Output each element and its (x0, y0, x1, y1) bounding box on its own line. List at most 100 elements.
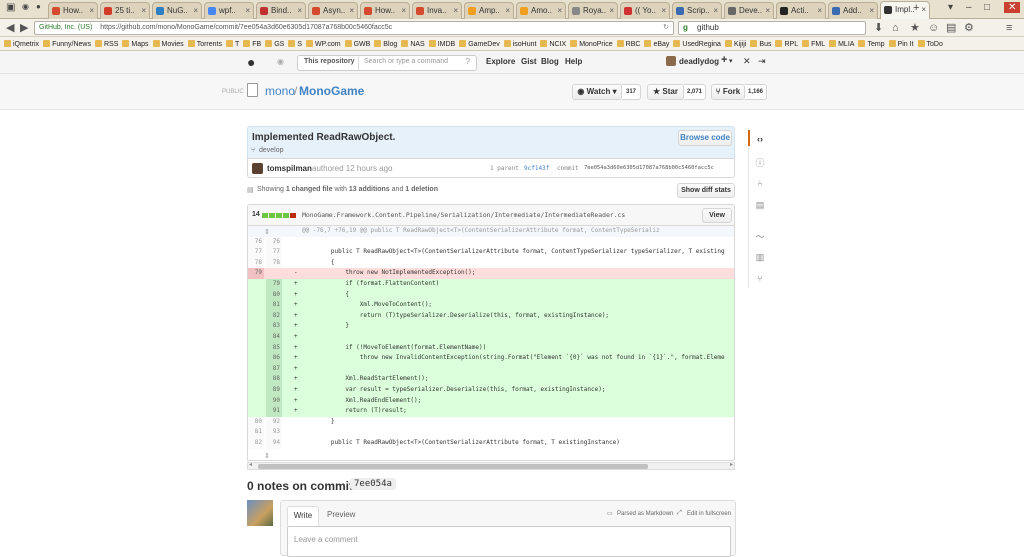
tab-close-icon[interactable]: × (193, 3, 198, 19)
browser-tab[interactable]: 25 ti.. × (100, 2, 150, 19)
home-icon[interactable]: ⌂ (892, 21, 899, 35)
nav-blog[interactable]: Blog (541, 57, 559, 66)
branch-name[interactable]: develop (259, 147, 284, 154)
tab-close-icon[interactable]: × (349, 3, 354, 19)
old-line-number[interactable]: 82 (248, 438, 264, 449)
new-line-number[interactable]: 93 (266, 427, 282, 438)
repo-owner-link[interactable]: mono (265, 84, 295, 98)
file-path[interactable]: MonoGame.Framework.Content.Pipeline/Seri… (302, 211, 625, 219)
tab-close-icon[interactable]: × (505, 3, 510, 19)
parsed-as-markdown[interactable]: Parsed as Markdown (617, 511, 673, 517)
maximize-button[interactable]: □ (984, 2, 990, 13)
old-line-number[interactable]: 80 (248, 416, 264, 428)
edit-fullscreen[interactable]: Edit in fullscreen (687, 511, 731, 517)
comment-textarea[interactable]: Leave a comment (287, 526, 731, 557)
toc-icon[interactable]: ▤ (247, 186, 254, 194)
bookmark-item[interactable]: Pin It (888, 38, 914, 50)
bookmark-item[interactable]: T (225, 38, 239, 50)
nav-help[interactable]: Help (565, 57, 582, 66)
firefox-menu-icon[interactable]: ▣ (6, 2, 15, 13)
url-bar[interactable]: GitHub, Inc. (US) https://github.com/mon… (34, 21, 674, 35)
user-avatar[interactable] (666, 56, 676, 66)
new-line-number[interactable]: 76 (266, 236, 282, 248)
bookmark-item[interactable]: Maps (122, 38, 149, 50)
tab-close-icon[interactable]: × (297, 3, 302, 19)
search-scope-label[interactable]: This repository (304, 58, 355, 65)
star-button[interactable]: ★ Star (647, 84, 684, 100)
new-line-number[interactable]: 94 (266, 438, 282, 449)
bookmark-item[interactable]: ToDo (917, 38, 943, 50)
new-line-number[interactable]: 77 (266, 247, 282, 258)
bookmark-item[interactable]: Movies (152, 38, 184, 50)
tab-close-icon[interactable]: × (921, 2, 926, 18)
issues-icon[interactable]: ⓘ (755, 156, 765, 169)
settings-tools-icon[interactable]: ✕ (743, 56, 751, 67)
search-engine-icon[interactable]: g (683, 22, 688, 34)
watch-button[interactable]: ◉ Watch ▾ (572, 84, 622, 100)
bookmark-item[interactable]: RPL (775, 38, 798, 50)
tab-close-icon[interactable]: × (401, 3, 406, 19)
tab-close-icon[interactable]: × (661, 3, 666, 19)
new-line-number[interactable]: 89 (266, 385, 282, 396)
tab-list-icon[interactable]: ▾ (948, 2, 953, 13)
new-line-number[interactable]: 88 (266, 374, 282, 385)
bookmark-item[interactable]: Funny/News (43, 38, 91, 50)
bookmark-star-icon[interactable]: ★ (910, 21, 920, 35)
write-tab[interactable]: Write (287, 506, 319, 526)
tab-close-icon[interactable]: × (89, 3, 94, 19)
new-line-number[interactable]: 86 (266, 353, 282, 364)
reload-icon[interactable]: ↻ (663, 22, 669, 34)
forward-button[interactable]: ▶ (20, 21, 28, 35)
browser-tab[interactable]: Roya.. × (568, 2, 618, 19)
nav-gist[interactable]: Gist (521, 57, 537, 66)
browser-tab[interactable]: Bind.. × (256, 2, 306, 19)
chevron-down-icon[interactable]: ▾ (729, 57, 733, 65)
browser-tab[interactable]: NuG.. × (152, 2, 202, 19)
new-line-number[interactable]: 90 (266, 395, 282, 407)
bookmark-item[interactable]: Torrents (187, 38, 222, 50)
current-user-avatar[interactable] (247, 500, 273, 526)
bookmark-item[interactable]: eBay (644, 38, 669, 50)
expand-down-icon[interactable]: ⇕ (264, 452, 270, 460)
tab-close-icon[interactable]: × (713, 3, 718, 19)
tab-close-icon[interactable]: × (609, 3, 614, 19)
back-button[interactable]: ◀ (6, 21, 14, 35)
old-line-number[interactable]: 76 (248, 236, 264, 248)
search-box[interactable]: g github (678, 21, 866, 35)
bookmark-item[interactable]: IMDB (428, 38, 455, 50)
username-link[interactable]: deadlydog (679, 57, 719, 66)
tab-close-icon[interactable]: × (141, 3, 146, 19)
browser-tab[interactable]: Add.. × (828, 2, 878, 19)
bookmark-item[interactable]: NCIX (540, 38, 566, 50)
fork-count[interactable]: 1,166 (745, 84, 767, 100)
author-avatar[interactable] (252, 163, 263, 174)
new-line-number[interactable]: 91 (266, 406, 282, 417)
search-help-icon[interactable]: ? (466, 57, 470, 66)
new-line-number[interactable]: 82 (266, 310, 282, 322)
bookmark-item[interactable]: UsedRegina (673, 38, 721, 50)
bookmark-item[interactable]: GameDev (459, 38, 500, 50)
new-line-number[interactable]: 81 (266, 300, 282, 311)
github-search[interactable]: This repository Search or type a command… (297, 55, 477, 71)
url-text[interactable]: https://github.com/mono/MonoGame/commit/… (100, 24, 392, 31)
new-line-number[interactable]: 79 (266, 279, 282, 290)
sign-out-icon[interactable]: ⇥ (758, 56, 766, 67)
star-count[interactable]: 2,071 (684, 84, 706, 100)
bookmark-item[interactable]: NAS (401, 38, 425, 50)
view-file-button[interactable]: View (702, 208, 732, 223)
bookmark-item[interactable]: iQmetrix (4, 38, 39, 50)
minimize-button[interactable]: – (966, 2, 972, 13)
github-octocat-icon[interactable]: ● (247, 54, 255, 70)
old-line-number[interactable]: 78 (248, 257, 264, 269)
bookmark-item[interactable]: Temp (858, 38, 885, 50)
tab-close-icon[interactable]: × (817, 3, 822, 19)
new-line-number[interactable]: 87 (266, 363, 282, 375)
bookmark-item[interactable]: Bus (750, 38, 771, 50)
scroll-right-icon[interactable]: ▸ (730, 461, 733, 468)
site-identity[interactable]: GitHub, Inc. (US) (39, 24, 92, 31)
bookmark-item[interactable]: RBC (616, 38, 640, 50)
bookmark-item[interactable]: S (288, 38, 302, 50)
browser-tab[interactable]: Asyn.. × (308, 2, 358, 19)
bookmark-item[interactable]: FB (243, 38, 261, 50)
expand-up-icon[interactable]: ⇕ (264, 228, 270, 236)
